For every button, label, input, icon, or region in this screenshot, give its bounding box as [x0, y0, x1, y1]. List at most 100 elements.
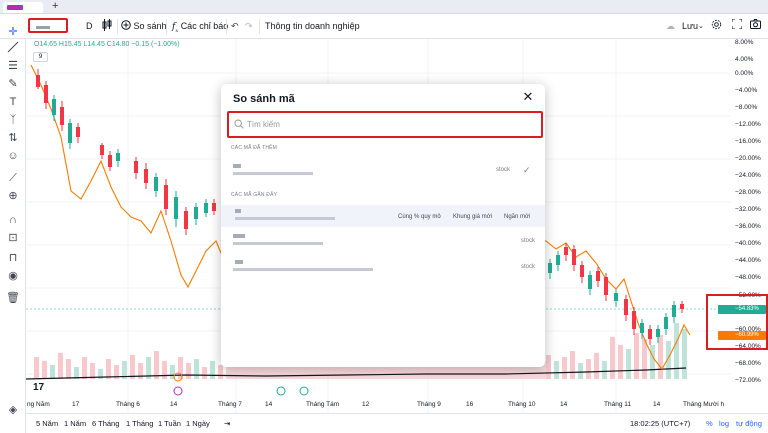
- lock-drawing-icon[interactable]: ⊡: [6, 231, 20, 245]
- y-tick: 4.00%: [735, 56, 754, 63]
- symbol-redacted: [233, 164, 241, 168]
- range-1d-button[interactable]: 1 Ngày: [186, 419, 210, 428]
- recent-section-header: CÁC MÃ GẦN ĐÂY: [231, 192, 278, 198]
- ruler-icon[interactable]: ⟋: [6, 171, 20, 185]
- y-tick: −28.00%: [735, 189, 761, 196]
- recent-symbol-row[interactable]: stock: [221, 256, 545, 278]
- y-tick: −4.00%: [735, 87, 758, 94]
- zoom-in-icon[interactable]: ⊕: [6, 189, 20, 203]
- price-axis[interactable]: 8.00% 4.00% 0.00% −4.00% −8.00% −12.00% …: [730, 39, 768, 413]
- auto-scale-button[interactable]: tự động: [736, 419, 762, 428]
- lock-icon[interactable]: ⊓: [6, 251, 20, 265]
- interval-button[interactable]: D: [86, 19, 93, 34]
- clock-time[interactable]: 18:02:25 (UTC+7): [630, 419, 690, 428]
- fib-icon[interactable]: ☰: [6, 59, 20, 73]
- description-redacted: [233, 172, 313, 175]
- object-tree-icon[interactable]: ◈: [6, 403, 20, 417]
- legend-collapse-button[interactable]: 9: [33, 52, 48, 62]
- search-field[interactable]: [227, 111, 543, 138]
- check-icon[interactable]: ✓: [523, 165, 531, 176]
- new-tab-button[interactable]: +: [52, 0, 58, 12]
- save-button[interactable]: Lưu: [682, 19, 698, 34]
- range-1m-button[interactable]: 1 Tháng: [126, 419, 153, 428]
- candle-style-icon[interactable]: [102, 19, 112, 34]
- browser-tab-strip: +: [0, 0, 768, 14]
- compare-button[interactable]: So sánh: [121, 19, 167, 34]
- eye-icon[interactable]: ◉: [6, 269, 20, 283]
- x-tick: Tháng Tám: [306, 401, 340, 408]
- y-tick: −44.00%: [735, 257, 761, 264]
- chevron-down-icon[interactable]: ⌄: [698, 19, 704, 34]
- added-symbol-row[interactable]: stock ✓: [221, 159, 545, 181]
- x-tick: 14: [560, 401, 568, 408]
- y-tick: −12.00%: [735, 121, 761, 128]
- drawing-toolbar: ✛ ☰ ✎ T ᛉ ⇅ ☺ ⟋ ⊕ ∩ ⊡ ⊓ ◉ 🗑 ◈: [0, 26, 26, 433]
- function-icon: fx: [172, 22, 179, 34]
- trash-icon[interactable]: 🗑: [6, 291, 20, 305]
- range-6m-button[interactable]: 6 Tháng: [92, 419, 119, 428]
- range-5y-button[interactable]: 5 Năm: [36, 419, 58, 428]
- percent-scale-button[interactable]: %: [706, 419, 713, 428]
- toolbar-divider: [166, 19, 167, 34]
- compare-label: So sánh: [133, 21, 167, 31]
- x-tick: 17: [72, 401, 80, 408]
- x-tick: 12: [362, 401, 370, 408]
- browser-tab[interactable]: [3, 2, 43, 13]
- x-tick: Tháng 7: [218, 401, 242, 408]
- log-scale-button[interactable]: log: [719, 419, 729, 428]
- undo-icon[interactable]: ↶: [231, 19, 239, 34]
- camera-icon[interactable]: [750, 19, 761, 34]
- pattern-icon[interactable]: ᛉ: [6, 113, 20, 127]
- range-1y-button[interactable]: 1 Năm: [64, 419, 86, 428]
- company-info-button[interactable]: Thông tin doanh nghiệp: [265, 19, 360, 34]
- brush-icon[interactable]: ✎: [6, 77, 20, 91]
- toolbar-divider: [259, 19, 260, 34]
- symbol-search-button[interactable]: [28, 18, 68, 33]
- bottom-bar: 5 Năm 1 Năm 6 Tháng 1 Tháng 1 Tuần 1 Ngà…: [26, 413, 768, 433]
- dialog-title: So sánh mã: [233, 93, 295, 105]
- text-icon[interactable]: T: [6, 95, 20, 109]
- trend-line-icon[interactable]: [6, 41, 20, 55]
- y-tick: −24.00%: [735, 172, 761, 179]
- recent-symbol-row[interactable]: Cùng % quy mô Khung giá mới Ngăn mới: [221, 205, 545, 227]
- y-tick: −48.00%: [735, 274, 761, 281]
- emoji-icon[interactable]: ☺: [6, 149, 20, 163]
- cloud-icon[interactable]: ☁: [666, 19, 675, 34]
- y-tick: 8.00%: [735, 39, 754, 46]
- search-icon: [234, 119, 244, 129]
- new-pane-button[interactable]: Ngăn mới: [501, 211, 533, 223]
- toolbar-divider: [117, 19, 118, 34]
- symbol-type: stock: [496, 167, 511, 173]
- indicators-label: Các chỉ báo: [180, 21, 229, 31]
- new-price-scale-button[interactable]: Khung giá mới: [450, 211, 495, 223]
- chart-legend: O14.65 H15.45 L14.45 C14.80 −0.15 (−1.00…: [34, 41, 180, 48]
- date-range-icon[interactable]: ⇥: [224, 419, 230, 428]
- recent-symbol-row[interactable]: stock: [221, 230, 545, 252]
- crosshair-icon[interactable]: ✛: [6, 25, 20, 39]
- highlight-annotation: [706, 294, 768, 350]
- redo-icon[interactable]: ↷: [245, 19, 253, 34]
- tab-favicon: [7, 5, 23, 10]
- toolbar-divider: [226, 19, 227, 34]
- x-tick: Tháng 6: [116, 401, 140, 408]
- settings-icon[interactable]: [711, 19, 722, 34]
- description-redacted: [233, 242, 323, 245]
- x-tick: 14: [265, 401, 273, 408]
- symbol-redacted: [235, 209, 241, 213]
- description-redacted: [235, 217, 335, 220]
- forecast-icon[interactable]: ⇅: [6, 131, 20, 145]
- magnet-icon[interactable]: ∩: [6, 213, 20, 227]
- symbol-type: stock: [521, 238, 536, 244]
- add-circle-icon: [121, 20, 131, 30]
- y-tick: −40.00%: [735, 240, 761, 247]
- close-icon[interactable]: ✕: [521, 90, 535, 104]
- same-scale-button[interactable]: Cùng % quy mô: [395, 211, 444, 223]
- range-1w-button[interactable]: 1 Tuần: [158, 419, 181, 428]
- x-tick: ng Năm: [27, 401, 50, 408]
- y-tick: −32.00%: [735, 206, 761, 213]
- y-tick: −20.00%: [735, 155, 761, 162]
- fullscreen-icon[interactable]: [731, 18, 743, 34]
- search-input[interactable]: [247, 118, 527, 131]
- x-tick: Tháng 9: [417, 401, 441, 408]
- indicators-button[interactable]: fx Các chỉ báo: [172, 19, 228, 34]
